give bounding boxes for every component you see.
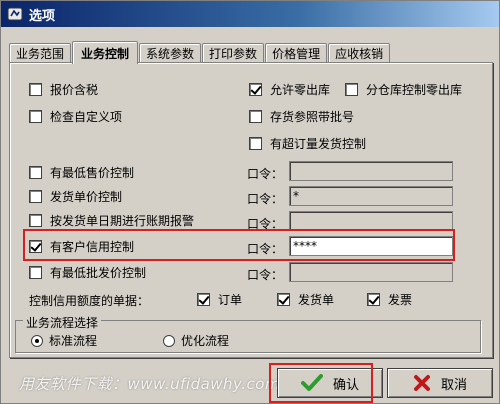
option-ship-price[interactable]: 发货单价控制 bbox=[29, 188, 122, 205]
tab-print-params[interactable]: 打印参数 bbox=[202, 43, 265, 63]
option-doc-invoice[interactable]: 发票 bbox=[367, 291, 412, 308]
check-custom-label: 检查自定义项 bbox=[50, 110, 123, 124]
cancel-button-label: 取消 bbox=[440, 377, 467, 393]
min-price-password-label: 口令： bbox=[247, 167, 284, 181]
option-over-order[interactable]: 有超订量发货控制 bbox=[249, 135, 366, 152]
credit-control-highlight bbox=[23, 229, 455, 261]
quote-tax-checkbox[interactable] bbox=[29, 83, 42, 96]
app-icon bbox=[7, 6, 23, 22]
option-stock-batch[interactable]: 存货参照带批号 bbox=[249, 108, 354, 125]
standard-process-radio[interactable] bbox=[31, 334, 43, 347]
doc-invoice-checkbox[interactable] bbox=[367, 293, 380, 306]
min-price-label: 有最低售价控制 bbox=[50, 166, 135, 180]
doc-ship-label: 发货单 bbox=[298, 293, 335, 307]
ship-price-checkbox[interactable] bbox=[29, 190, 42, 203]
min-price-password-field[interactable] bbox=[289, 161, 453, 181]
tab-business-scope[interactable]: 业务范围 bbox=[9, 43, 72, 63]
warehouse-zero-out-checkbox[interactable] bbox=[345, 83, 358, 96]
min-price-checkbox[interactable] bbox=[29, 166, 42, 179]
option-min-price[interactable]: 有最低售价控制 bbox=[29, 164, 134, 181]
doc-order-checkbox[interactable] bbox=[197, 293, 210, 306]
option-standard-process[interactable]: 标准流程 bbox=[31, 332, 97, 349]
stock-batch-label: 存货参照带批号 bbox=[270, 110, 355, 124]
option-doc-ship[interactable]: 发货单 bbox=[277, 291, 334, 308]
option-doc-order[interactable]: 订单 bbox=[197, 291, 242, 308]
stock-batch-checkbox[interactable] bbox=[249, 110, 262, 123]
optimized-process-label: 优化流程 bbox=[181, 334, 230, 348]
quote-tax-label: 报价含税 bbox=[50, 83, 99, 97]
doc-ship-checkbox[interactable] bbox=[277, 293, 290, 306]
option-quote-tax[interactable]: 报价含税 bbox=[29, 81, 98, 98]
option-warehouse-zero-out[interactable]: 分仓库控制零出库 bbox=[345, 81, 462, 98]
option-allow-zero-out[interactable]: 允许零出库 bbox=[249, 81, 330, 98]
option-check-custom[interactable]: 检查自定义项 bbox=[29, 108, 122, 125]
option-optimized-process[interactable]: 优化流程 bbox=[163, 332, 229, 349]
title-bar[interactable]: 选项 bbox=[1, 1, 499, 27]
optimized-process-radio[interactable] bbox=[163, 334, 175, 347]
ship-date-password-field[interactable] bbox=[289, 211, 453, 231]
credit-docs-label: 控制信用额度的单据： bbox=[29, 294, 150, 308]
option-ship-date-alert[interactable]: 按发货单日期进行账期报警 bbox=[29, 212, 194, 229]
option-min-wholesale[interactable]: 有最低批发价控制 bbox=[29, 264, 146, 281]
over-order-label: 有超订量发货控制 bbox=[270, 137, 367, 151]
process-group-title: 业务流程选择 bbox=[23, 314, 102, 331]
window-title: 选项 bbox=[29, 8, 56, 24]
tab-strip: 业务范围 业务控制 系统参数 打印参数 价格管理 应收核销 bbox=[9, 41, 391, 64]
confirm-highlight bbox=[269, 363, 373, 403]
tab-price-management[interactable]: 价格管理 bbox=[265, 43, 328, 63]
allow-zero-out-checkbox[interactable] bbox=[249, 83, 262, 96]
ship-price-label: 发货单价控制 bbox=[50, 190, 123, 204]
over-order-checkbox[interactable] bbox=[249, 137, 262, 150]
doc-invoice-label: 发票 bbox=[388, 293, 413, 307]
warehouse-zero-out-label: 分仓库控制零出库 bbox=[366, 83, 463, 97]
min-wholesale-password-field[interactable] bbox=[289, 262, 453, 282]
min-wholesale-label: 有最低批发价控制 bbox=[50, 266, 147, 280]
ship-price-password-field[interactable]: * bbox=[289, 186, 453, 206]
close-icon bbox=[413, 374, 431, 392]
tab-system-params[interactable]: 系统参数 bbox=[139, 43, 202, 63]
doc-order-label: 订单 bbox=[218, 293, 243, 307]
standard-process-label: 标准流程 bbox=[49, 334, 98, 348]
ship-date-alert-label: 按发货单日期进行账期报警 bbox=[50, 214, 195, 228]
options-dialog: 选项 业务范围 业务控制 系统参数 打印参数 价格管理 应收核销 报价含税 检查… bbox=[0, 0, 500, 404]
tab-business-control[interactable]: 业务控制 bbox=[72, 41, 139, 64]
allow-zero-out-label: 允许零出库 bbox=[270, 83, 331, 97]
tab-receivable-writeoff[interactable]: 应收核销 bbox=[328, 43, 391, 63]
watermark-text: 用友软件下载：www.ufidawhy.com bbox=[19, 375, 281, 393]
min-wholesale-password-label: 口令： bbox=[247, 268, 284, 282]
check-custom-checkbox[interactable] bbox=[29, 110, 42, 123]
cancel-button[interactable]: 取消 bbox=[387, 368, 493, 398]
min-wholesale-checkbox[interactable] bbox=[29, 266, 42, 279]
ship-date-alert-checkbox[interactable] bbox=[29, 214, 42, 227]
ship-price-password-label: 口令： bbox=[247, 192, 284, 206]
